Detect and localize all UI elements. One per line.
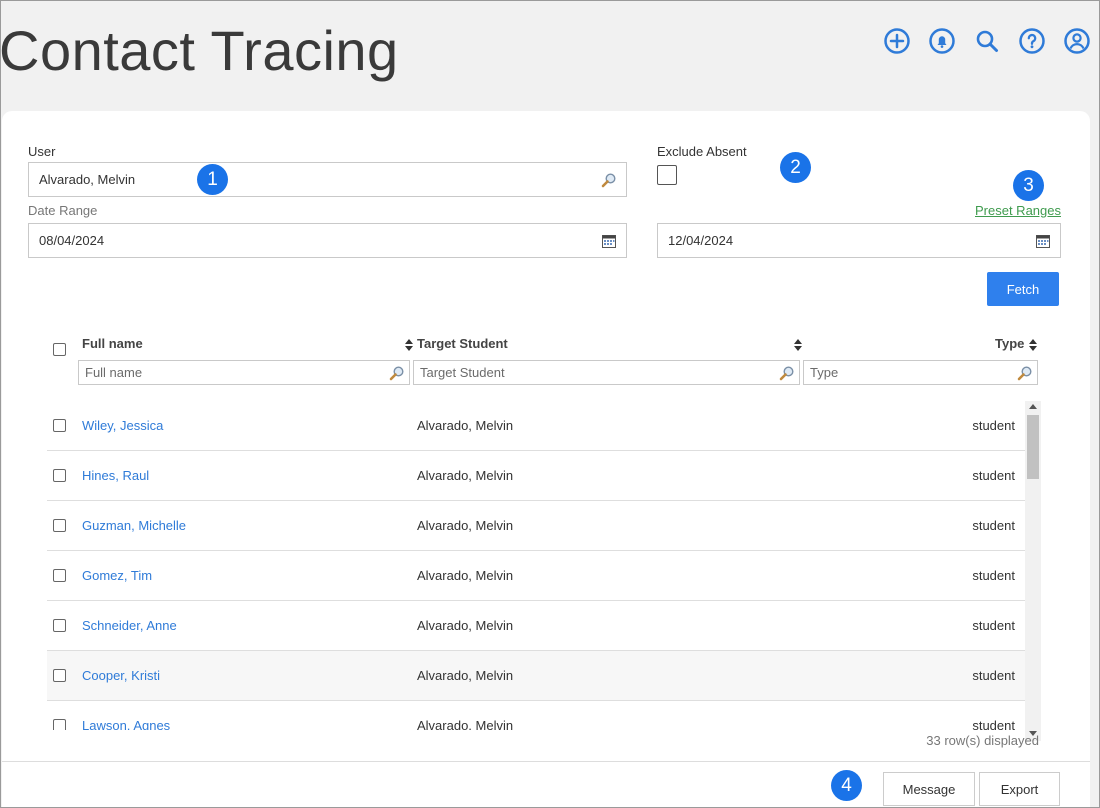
- row-full-name-link[interactable]: Guzman, Michelle: [82, 518, 186, 533]
- row-target-student: Alvarado, Melvin: [417, 468, 514, 483]
- user-field[interactable]: Alvarado, Melvin: [28, 162, 627, 197]
- column-header-full-name[interactable]: Full name: [82, 336, 143, 351]
- row-type: student: [972, 568, 1015, 583]
- row-type: student: [972, 618, 1015, 633]
- exclude-absent-checkbox[interactable]: [657, 165, 677, 185]
- magnifier-icon[interactable]: [1017, 365, 1033, 381]
- help-icon[interactable]: [1018, 27, 1046, 55]
- row-checkbox[interactable]: [53, 719, 66, 730]
- end-date-field[interactable]: 12/04/2024: [657, 223, 1061, 258]
- row-checkbox[interactable]: [53, 569, 66, 582]
- row-full-name-link[interactable]: Gomez, Tim: [82, 568, 152, 583]
- column-header-type[interactable]: Type: [995, 336, 1024, 351]
- sort-icon[interactable]: [794, 339, 802, 351]
- row-target-student: Alvarado, Melvin: [417, 668, 514, 683]
- date-range-label: Date Range: [28, 203, 98, 218]
- row-type: student: [972, 718, 1015, 730]
- table-row[interactable]: Lawson, Agnes Alvarado, Melvin student: [47, 701, 1025, 730]
- row-checkbox[interactable]: [53, 419, 66, 432]
- user-field-value: Alvarado, Melvin: [39, 172, 136, 187]
- start-date-field[interactable]: 08/04/2024: [28, 223, 627, 258]
- row-target-student: Alvarado, Melvin: [417, 518, 514, 533]
- select-all-checkbox[interactable]: [53, 343, 66, 356]
- full-name-filter-input[interactable]: [85, 365, 389, 380]
- row-type: student: [972, 468, 1015, 483]
- table-row[interactable]: Guzman, Michelle Alvarado, Melvin studen…: [47, 501, 1025, 551]
- column-header-target-student[interactable]: Target Student: [417, 336, 508, 351]
- sort-icon[interactable]: [405, 339, 413, 351]
- magnifier-icon[interactable]: [779, 365, 795, 381]
- step-badge-3: 3: [1013, 170, 1044, 201]
- row-checkbox[interactable]: [53, 669, 66, 682]
- row-full-name-link[interactable]: Wiley, Jessica: [82, 418, 163, 433]
- row-target-student: Alvarado, Melvin: [417, 718, 514, 730]
- search-icon[interactable]: [973, 27, 1001, 55]
- user-account-icon[interactable]: [1063, 27, 1091, 55]
- grid-rows: Wiley, Jessica Alvarado, Melvin student …: [47, 401, 1025, 730]
- main-card: User Alvarado, Melvin 1 Exclude Absent 2…: [2, 111, 1090, 807]
- row-target-student: Alvarado, Melvin: [417, 618, 514, 633]
- target-student-filter[interactable]: [413, 360, 800, 385]
- row-full-name-link[interactable]: Hines, Raul: [82, 468, 149, 483]
- user-label: User: [28, 144, 56, 159]
- bell-icon[interactable]: [928, 27, 956, 55]
- footer-divider: [2, 761, 1090, 762]
- row-checkbox[interactable]: [53, 519, 66, 532]
- row-target-student: Alvarado, Melvin: [417, 568, 514, 583]
- header-toolbar: [883, 27, 1091, 55]
- message-button[interactable]: Message: [883, 772, 975, 806]
- calendar-icon[interactable]: [601, 233, 617, 249]
- scrollbar-thumb[interactable]: [1027, 415, 1039, 479]
- start-date-value: 08/04/2024: [39, 233, 105, 248]
- row-type: student: [972, 518, 1015, 533]
- row-count: 33 row(s) displayed: [926, 733, 1039, 748]
- type-filter[interactable]: [803, 360, 1038, 385]
- row-type: student: [972, 418, 1015, 433]
- step-badge-2: 2: [780, 152, 811, 183]
- end-date-value: 12/04/2024: [668, 233, 734, 248]
- calendar-icon[interactable]: [1035, 233, 1051, 249]
- preset-ranges-link[interactable]: Preset Ranges: [975, 203, 1061, 218]
- table-row[interactable]: Wiley, Jessica Alvarado, Melvin student: [47, 401, 1025, 451]
- row-target-student: Alvarado, Melvin: [417, 418, 514, 433]
- exclude-absent-label: Exclude Absent: [657, 144, 747, 159]
- fetch-button[interactable]: Fetch: [987, 272, 1059, 306]
- target-student-filter-input[interactable]: [420, 365, 779, 380]
- table-row[interactable]: Schneider, Anne Alvarado, Melvin student: [47, 601, 1025, 651]
- page-title: Contact Tracing: [0, 19, 399, 82]
- row-checkbox[interactable]: [53, 469, 66, 482]
- scroll-up-arrow-icon[interactable]: [1029, 404, 1037, 409]
- magnifier-icon[interactable]: [389, 365, 405, 381]
- type-filter-input[interactable]: [810, 365, 1017, 380]
- export-button[interactable]: Export: [979, 772, 1060, 806]
- table-row[interactable]: Cooper, Kristi Alvarado, Melvin student: [47, 651, 1025, 701]
- full-name-filter[interactable]: [78, 360, 410, 385]
- row-checkbox[interactable]: [53, 619, 66, 632]
- row-full-name-link[interactable]: Cooper, Kristi: [82, 668, 160, 683]
- add-circle-icon[interactable]: [883, 27, 911, 55]
- sort-icon[interactable]: [1029, 339, 1037, 351]
- table-row[interactable]: Gomez, Tim Alvarado, Melvin student: [47, 551, 1025, 601]
- row-full-name-link[interactable]: Schneider, Anne: [82, 618, 177, 633]
- grid-scrollbar[interactable]: [1025, 401, 1041, 741]
- table-row[interactable]: Hines, Raul Alvarado, Melvin student: [47, 451, 1025, 501]
- row-type: student: [972, 668, 1015, 683]
- magnifier-icon[interactable]: [601, 172, 617, 188]
- step-badge-4: 4: [831, 770, 862, 801]
- row-full-name-link[interactable]: Lawson, Agnes: [82, 718, 170, 730]
- step-badge-1: 1: [197, 164, 228, 195]
